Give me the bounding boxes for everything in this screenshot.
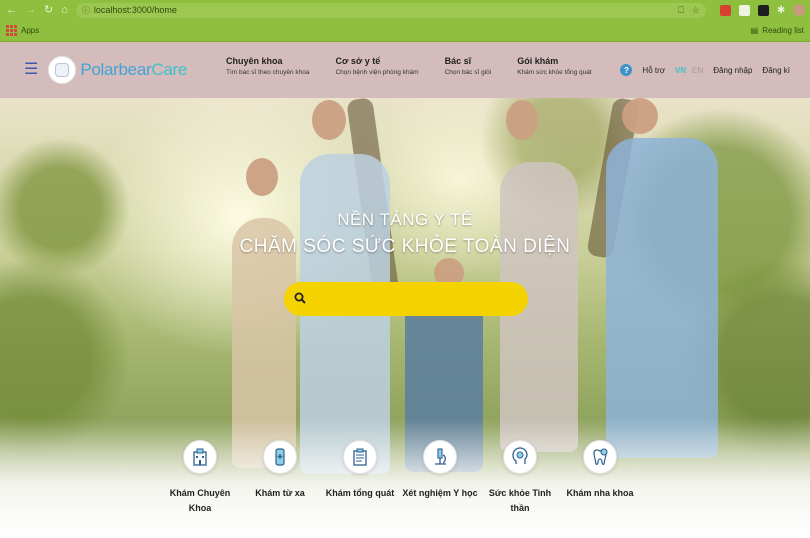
- mental-health-icon[interactable]: [503, 440, 537, 474]
- service-label: Sức khỏe Tinh thần: [488, 488, 552, 513]
- service-xet-nghiem[interactable]: Xét nghiệm Y học: [400, 440, 480, 516]
- service-label: Khám từ xa: [255, 488, 305, 498]
- menu-item-title: Chuyên khoa: [226, 56, 283, 66]
- reading-list-icon: ▤: [750, 26, 759, 35]
- hamburger-menu-icon[interactable]: ☰: [24, 62, 38, 78]
- tooth-icon[interactable]: [583, 440, 617, 474]
- extension-dark-icon[interactable]: [757, 4, 769, 16]
- logo-badge[interactable]: [48, 56, 77, 84]
- menu-item-title: Gói khám: [517, 56, 559, 66]
- extension-red-icon[interactable]: [719, 4, 731, 16]
- hospital-icon[interactable]: [183, 440, 217, 474]
- info-icon[interactable]: ⓘ: [82, 5, 90, 16]
- menu-item-bac-si[interactable]: Bác sĩ Chọn bác sĩ giỏi: [445, 56, 492, 76]
- hero-title-line1: NỀN TẢNG Y TẾ: [337, 210, 473, 229]
- back-icon[interactable]: ←: [6, 0, 17, 20]
- menu-item-subtitle: Tìm bác sĩ theo chuyên khoa: [226, 69, 310, 76]
- hero-title-line2: CHĂM SÓC SỨC KHỎE TOÀN DIỆN: [239, 236, 571, 257]
- menu-item-goi-kham[interactable]: Gói khám Khám sức khỏe tổng quát: [517, 56, 591, 76]
- bookmark-star-icon[interactable]: ☆: [692, 5, 700, 16]
- polar-bear-logo-icon: [55, 63, 70, 77]
- profile-avatar[interactable]: [793, 4, 806, 16]
- hero-title: NỀN TẢNG Y TẾ CHĂM SÓC SỨC KHỎE TOÀN DIỆ…: [0, 210, 810, 258]
- service-list: Khám Chuyên Khoa Khám từ xa Khám tổng qu…: [160, 440, 640, 516]
- forward-icon[interactable]: →: [25, 0, 36, 20]
- home-icon[interactable]: ⌂: [61, 0, 68, 20]
- menu-item-subtitle: Khám sức khỏe tổng quát: [517, 69, 592, 76]
- phone-medical-icon[interactable]: [263, 440, 297, 474]
- logo-text-part2: Care: [151, 60, 188, 79]
- apps-grid-icon[interactable]: [6, 25, 17, 36]
- lang-en[interactable]: EN: [692, 66, 703, 75]
- share-icon[interactable]: ⎕: [678, 5, 683, 16]
- reload-icon[interactable]: ↻: [44, 0, 53, 20]
- menu-item-subtitle: Chọn bệnh viện phòng khám: [335, 69, 419, 76]
- clipboard-icon[interactable]: [343, 440, 377, 474]
- register-link[interactable]: Đăng kí: [762, 66, 790, 75]
- service-kham-tu-xa[interactable]: Khám từ xa: [240, 440, 320, 516]
- reading-list[interactable]: ▤ Reading list: [751, 26, 804, 35]
- search-icon[interactable]: [294, 292, 306, 307]
- service-label: Khám tổng quát: [325, 488, 395, 498]
- bookmarks-bar: Apps ▤ Reading list: [0, 20, 810, 42]
- service-kham-tong-quat[interactable]: Khám tổng quát: [320, 440, 400, 516]
- service-label: Khám nha khoa: [566, 488, 634, 498]
- help-link[interactable]: Hỗ trợ: [642, 66, 665, 75]
- address-bar[interactable]: ⓘ localhost:3000/home ⎕ ☆: [75, 2, 706, 18]
- menu-item-title: Bác sĩ: [444, 56, 472, 66]
- extension-white-icon[interactable]: [738, 4, 750, 16]
- search-input[interactable]: [312, 293, 512, 305]
- menu-item-subtitle: Chọn bác sĩ giỏi: [444, 69, 492, 76]
- site-header: ☰ PolarbearCare Chuyên khoa Tìm bác sĩ t…: [0, 42, 810, 98]
- help-icon[interactable]: ?: [620, 64, 633, 76]
- service-label: Xét nghiệm Y học: [402, 488, 478, 498]
- service-kham-chuyen-khoa[interactable]: Khám Chuyên Khoa: [160, 440, 240, 516]
- bookmark-apps[interactable]: Apps: [21, 26, 39, 35]
- browser-toolbar: ← → ↻ ⌂ ⓘ localhost:3000/home ⎕ ☆ ✱ ⋮: [0, 0, 810, 20]
- service-suc-khoe-tinh-than[interactable]: Sức khỏe Tinh thần: [480, 440, 560, 516]
- main-menu: Chuyên khoa Tìm bác sĩ theo chuyên khoa …: [226, 56, 618, 76]
- reading-list-label: Reading list: [762, 26, 804, 35]
- service-label: Khám Chuyên Khoa: [169, 488, 231, 513]
- lang-vn[interactable]: VN: [675, 66, 686, 75]
- service-kham-nha-khoa[interactable]: Khám nha khoa: [560, 440, 640, 516]
- login-link[interactable]: Đăng nhập: [713, 66, 752, 75]
- site-logo[interactable]: PolarbearCare: [80, 60, 187, 80]
- search-bar[interactable]: [284, 282, 528, 316]
- header-actions: ? Hỗ trợ VN EN Đăng nhập Đăng kí: [620, 64, 790, 76]
- extensions-puzzle-icon[interactable]: ✱: [777, 5, 785, 16]
- microscope-icon[interactable]: [423, 440, 457, 474]
- menu-item-co-so-y-te[interactable]: Cơ sở y tế Chọn bệnh viện phòng khám: [335, 56, 418, 76]
- address-url: localhost:3000/home: [93, 5, 177, 15]
- menu-item-title: Cơ sở y tế: [335, 56, 381, 66]
- hero-banner: NỀN TẢNG Y TẾ CHĂM SÓC SỨC KHỎE TOÀN DIỆ…: [0, 98, 810, 538]
- logo-text-part1: Polarbear: [80, 60, 152, 79]
- menu-item-chuyen-khoa[interactable]: Chuyên khoa Tìm bác sĩ theo chuyên khoa: [226, 56, 309, 76]
